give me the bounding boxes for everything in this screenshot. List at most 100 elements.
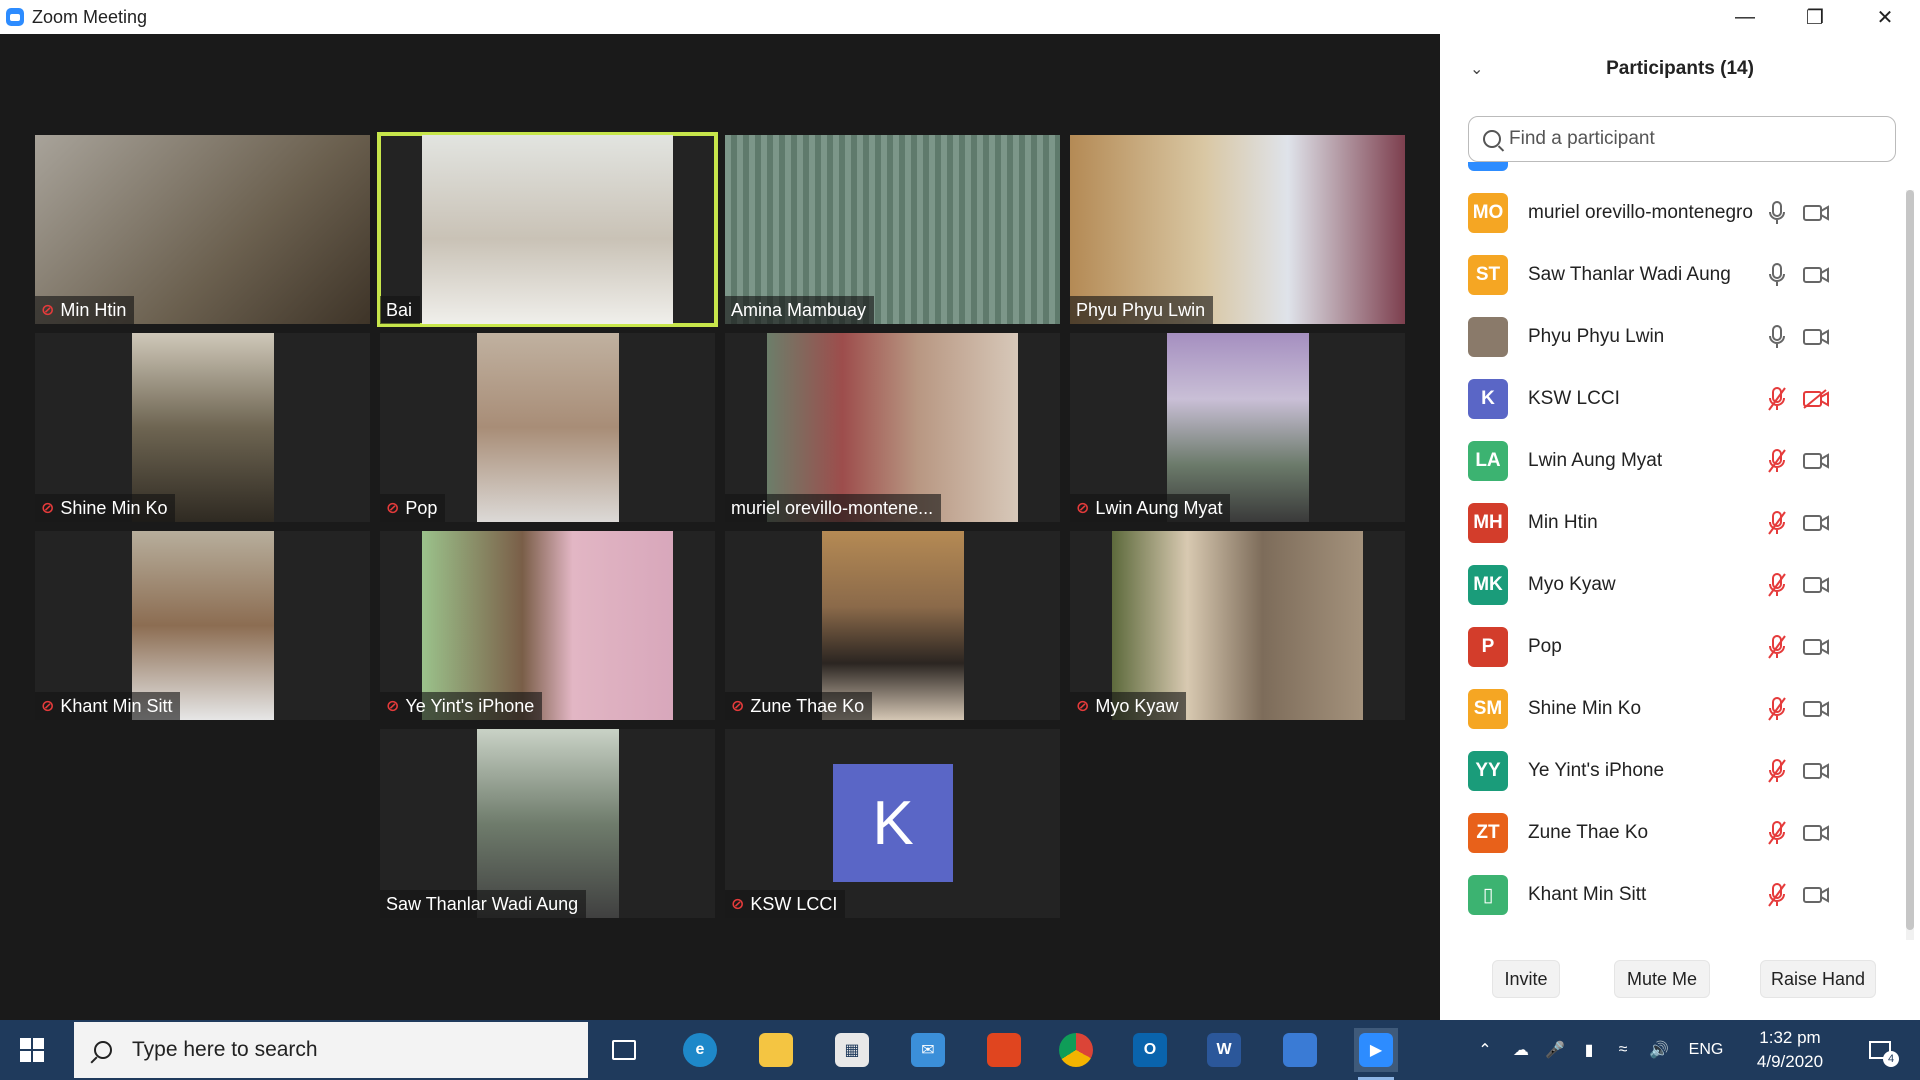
microphone-icon[interactable]: 🎤 [1540,1020,1570,1080]
start-button[interactable] [20,1038,44,1062]
muted-mic-icon[interactable] [1766,572,1788,598]
raise-hand-button[interactable]: Raise Hand [1760,960,1876,998]
participant-row[interactable]: Phyu Phyu Lwin [1440,306,1910,368]
restore-button[interactable]: ❐ [1780,0,1850,34]
participant-row[interactable]: K KSW LCCI [1440,368,1910,430]
photos-icon[interactable] [1278,1028,1322,1072]
name-tag: ⊘ Zune Thae Ko [725,692,873,720]
search-input[interactable] [1509,128,1869,150]
video-tile-muriel[interactable]: muriel orevillo-montene... [725,333,1060,522]
name-tag: Bai [380,296,421,324]
onedrive-icon[interactable]: ☁ [1506,1020,1536,1080]
close-button[interactable]: ✕ [1850,0,1920,34]
video-tile-khant-min-sitt[interactable]: ⊘ Khant Min Sitt [35,531,370,720]
muted-mic-icon[interactable] [1766,882,1788,908]
video-tile-amina-mambuay[interactable]: Amina Mambuay [725,135,1060,324]
video-tile-saw-thanlar[interactable]: Saw Thanlar Wadi Aung [380,729,715,918]
store-icon[interactable]: ▦ [830,1028,874,1072]
participant-row[interactable]: MH Min Htin [1440,492,1910,554]
window-title: Zoom Meeting [32,6,148,27]
video-tile-ksw-lcci[interactable]: K ⊘ KSW LCCI [725,729,1060,918]
task-view-icon[interactable] [602,1028,646,1072]
volume-icon[interactable]: 🔊 [1644,1020,1674,1080]
camera-icon[interactable] [1802,264,1830,286]
camera-icon[interactable] [1802,698,1830,720]
camera-icon[interactable] [1802,574,1830,596]
scrollbar[interactable] [1906,190,1914,940]
camera-icon[interactable] [1802,326,1830,348]
participant-row[interactable]: YY Ye Yint's iPhone [1440,740,1910,802]
name-tag: ⊘ Ye Yint's iPhone [380,692,543,720]
participant-row[interactable]: LA Lwin Aung Myat [1440,430,1910,492]
clock[interactable]: 1:32 pm 4/9/2020 [1740,1026,1840,1074]
video-tile-bai[interactable]: Bai [377,132,718,327]
file-explorer-icon[interactable] [754,1028,798,1072]
chevron-down-icon[interactable]: ⌄ [1470,59,1483,79]
taskbar-search-input[interactable] [132,1038,552,1062]
camera-icon[interactable] [1802,636,1830,658]
participant-name: Phyu Phyu Lwin [1528,326,1665,347]
clock-time: 1:32 pm [1759,1028,1821,1047]
scrollbar-thumb[interactable] [1906,190,1914,930]
chrome-icon[interactable] [1054,1028,1098,1072]
camera-off-icon[interactable] [1802,388,1830,410]
muted-mic-icon[interactable] [1766,386,1788,412]
panel-title: Participants (14) [1606,58,1754,79]
muted-mic-icon: ⊘ [41,698,55,715]
muted-mic-icon[interactable] [1766,510,1788,536]
mic-icon[interactable] [1766,162,1788,164]
participant-row[interactable]: ▯ Khant Min Sitt [1440,864,1910,926]
participant-row[interactable]: MK Myo Kyaw [1440,554,1910,616]
word-icon[interactable]: W [1202,1028,1246,1072]
camera-icon[interactable] [1802,884,1830,906]
notifications-icon[interactable]: 4 [1858,1020,1902,1080]
muted-mic-icon[interactable] [1766,448,1788,474]
camera-icon[interactable] [1802,512,1830,534]
video-tile-phyu-phyu-lwin[interactable]: Phyu Phyu Lwin [1070,135,1405,324]
participant-search[interactable] [1468,116,1896,162]
muted-mic-icon: ⊘ [1076,698,1090,715]
minimize-button[interactable]: — [1710,0,1780,34]
video-tile-zune-thae-ko[interactable]: ⊘ Zune Thae Ko [725,531,1060,720]
muted-mic-icon[interactable] [1766,634,1788,660]
battery-icon[interactable]: ▮ [1574,1020,1604,1080]
participant-row[interactable]: AMAmina Mambuay (Host) [1440,162,1910,182]
participant-row[interactable]: ST Saw Thanlar Wadi Aung [1440,244,1910,306]
participant-row[interactable]: P Pop [1440,616,1910,678]
participant-row[interactable]: ZT Zune Thae Ko [1440,802,1910,864]
camera-icon[interactable] [1802,822,1830,844]
muted-mic-icon[interactable] [1766,696,1788,722]
taskbar-search[interactable] [74,1022,588,1078]
mic-icon[interactable] [1766,200,1788,226]
chevron-up-icon[interactable]: ⌃ [1470,1020,1500,1080]
language-indicator[interactable]: ENG [1684,1020,1728,1080]
camera-icon[interactable] [1802,760,1830,782]
video-tile-myo-kyaw[interactable]: ⊘ Myo Kyaw [1070,531,1405,720]
participant-row[interactable]: SM Shine Min Ko [1440,678,1910,740]
participant-name: KSW LCCI [750,893,838,914]
muted-mic-icon[interactable] [1766,820,1788,846]
edge-icon[interactable]: e [678,1028,722,1072]
muted-mic-icon[interactable] [1766,758,1788,784]
camera-icon[interactable] [1802,202,1830,224]
video-tile-pop[interactable]: ⊘ Pop [380,333,715,522]
muted-mic-icon: ⊘ [731,896,745,913]
zoom-taskbar-icon[interactable]: ▶ [1354,1028,1398,1080]
video-tile-lwin-aung-myat[interactable]: ⊘ Lwin Aung Myat [1070,333,1405,522]
video-tile-min-htin[interactable]: ⊘ Min Htin [35,135,370,324]
participant-name: Min Htin [60,299,127,320]
name-tag: ⊘ Pop [380,494,446,522]
mic-icon[interactable] [1766,262,1788,288]
mute-me-button[interactable]: Mute Me [1614,960,1710,998]
mail-icon[interactable]: ✉ [906,1028,950,1072]
mic-icon[interactable] [1766,324,1788,350]
participant-row[interactable]: MO muriel orevillo-montenegro [1440,182,1910,244]
outlook-icon[interactable]: O [1128,1028,1172,1072]
invite-button[interactable]: Invite [1492,960,1560,998]
video-tile-shine-min-ko[interactable]: ⊘ Shine Min Ko [35,333,370,522]
wifi-icon[interactable]: ≈ [1608,1020,1638,1080]
camera-icon[interactable] [1802,450,1830,472]
video-tile-ye-yint-iphone[interactable]: ⊘ Ye Yint's iPhone [380,531,715,720]
clock-date: 4/9/2020 [1756,1052,1824,1071]
office-icon[interactable] [982,1028,1026,1072]
